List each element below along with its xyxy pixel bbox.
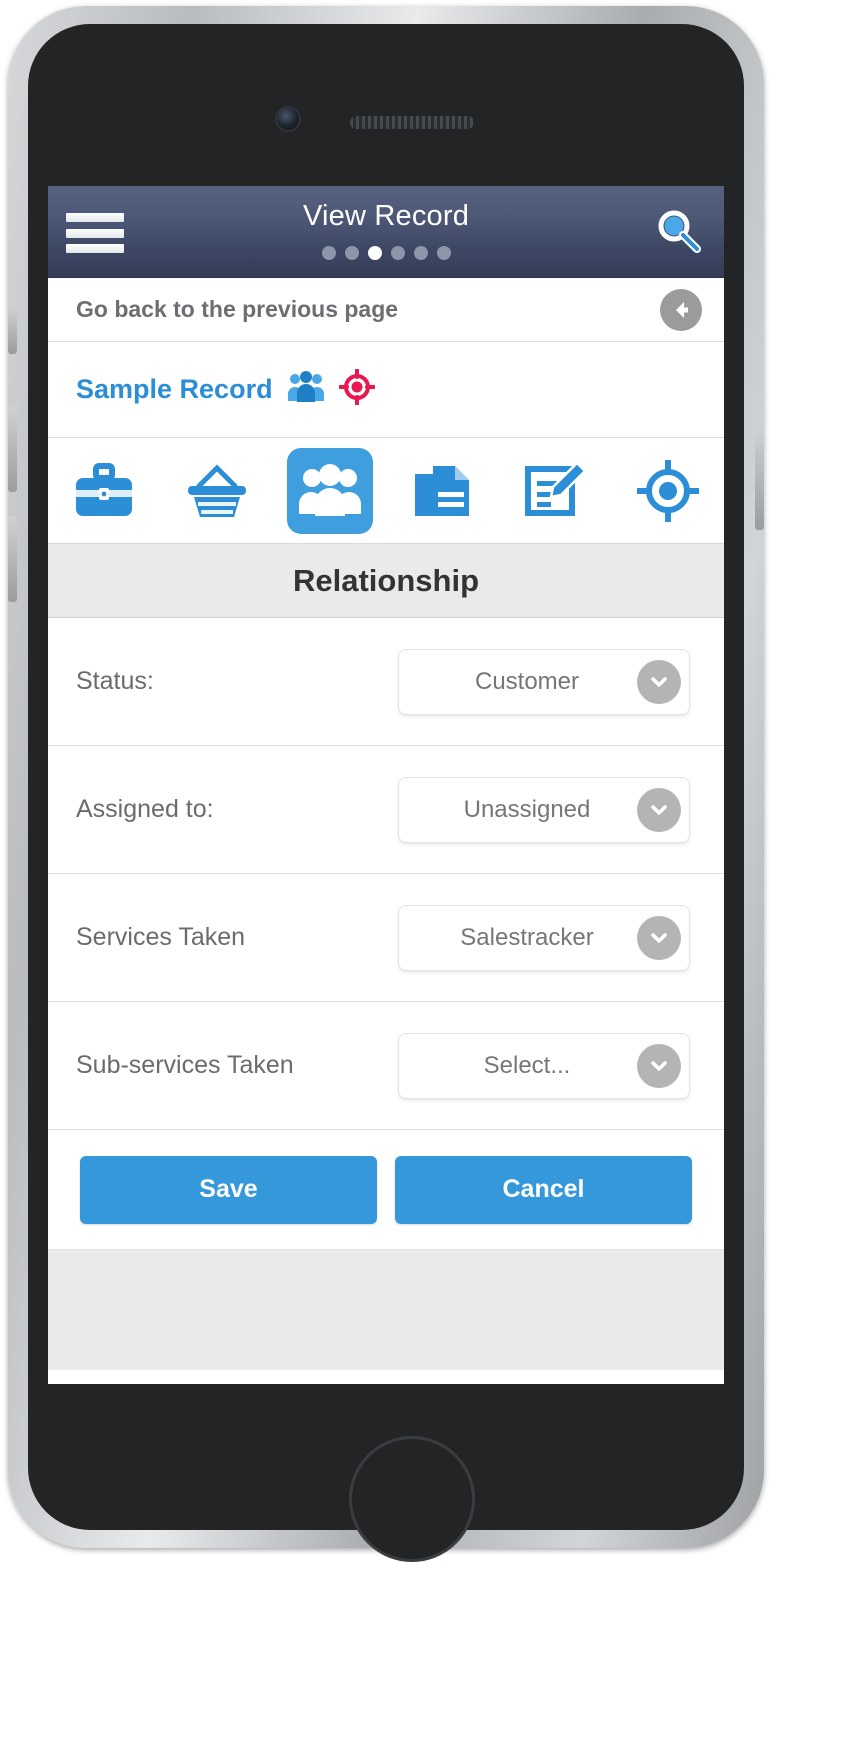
form-row-sub-services-taken: Sub-services Taken Select... (48, 1002, 724, 1130)
form-row-assigned-to: Assigned to: Unassigned (48, 746, 724, 874)
tab-opportunities[interactable] (48, 438, 161, 543)
tab-notes[interactable] (499, 438, 612, 543)
status-label: Status: (76, 667, 154, 695)
section-header: Relationship (48, 544, 724, 618)
section-title: Relationship (292, 562, 479, 598)
assigned-to-select[interactable]: Unassigned (398, 776, 690, 843)
status-select[interactable]: Customer (398, 648, 690, 715)
phone-power-button[interactable] (755, 426, 764, 530)
save-button[interactable]: Save (80, 1155, 377, 1224)
front-camera-icon (275, 106, 301, 132)
go-back-label: Go back to the previous page (76, 296, 399, 322)
record-title: Sample Record (76, 374, 273, 404)
services-taken-value: Salestracker (460, 923, 594, 951)
page-dot-6[interactable] (436, 246, 451, 260)
documents-icon (399, 448, 485, 534)
target-icon (625, 448, 711, 534)
assigned-to-label: Assigned to: (76, 795, 214, 823)
search-icon[interactable] (640, 186, 718, 278)
page-indicator (48, 246, 724, 260)
screenshot-stage: View Record Go back to the previous page… (0, 0, 862, 1754)
form-row-status: Status: Customer (48, 618, 724, 746)
sub-services-taken-select[interactable]: Select... (398, 1032, 690, 1099)
page-dot-1[interactable] (321, 246, 336, 260)
tab-documents[interactable] (386, 438, 499, 543)
page-dot-2[interactable] (344, 246, 359, 260)
chevron-down-icon[interactable] (637, 787, 681, 832)
tab-relationship[interactable] (273, 438, 386, 543)
sub-services-taken-value: Select... (483, 1051, 571, 1079)
record-tab-strip (48, 438, 724, 544)
tab-targets[interactable] (611, 438, 724, 543)
page-title: View Record (302, 200, 470, 232)
record-header-row: Sample Record (48, 342, 724, 438)
services-taken-label: Services Taken (76, 923, 246, 951)
earpiece-speaker (350, 116, 474, 129)
content-filler (48, 1250, 724, 1370)
go-back-row[interactable]: Go back to the previous page (48, 278, 724, 342)
app-header: View Record (48, 186, 724, 278)
home-button[interactable] (349, 1436, 475, 1562)
tab-products[interactable] (161, 438, 274, 543)
notes-edit-icon (512, 448, 598, 534)
back-arrow-icon[interactable] (660, 288, 702, 331)
page-dot-3[interactable] (367, 246, 382, 260)
sub-services-taken-label: Sub-services Taken (76, 1051, 294, 1079)
phone-volume-down-button[interactable] (8, 516, 17, 602)
cancel-button[interactable]: Cancel (395, 1155, 692, 1224)
people-group-icon (287, 371, 325, 408)
status-value: Customer (474, 667, 580, 695)
app-screen: View Record Go back to the previous page… (48, 186, 724, 1384)
chevron-down-icon[interactable] (637, 915, 681, 960)
page-dot-4[interactable] (390, 246, 405, 260)
page-dot-5[interactable] (413, 246, 428, 260)
phone-volume-up-button[interactable] (8, 406, 17, 492)
chevron-down-icon[interactable] (637, 659, 681, 704)
phone-mute-switch[interactable] (8, 306, 17, 354)
chevron-down-icon[interactable] (637, 1043, 681, 1088)
services-taken-select[interactable]: Salestracker (398, 904, 690, 971)
form-actions: Save Cancel (48, 1130, 724, 1250)
form-row-services-taken: Services Taken Salestracker (48, 874, 724, 1002)
briefcase-icon (61, 448, 147, 534)
assigned-to-value: Unassigned (463, 795, 591, 823)
target-icon (337, 368, 376, 410)
basket-icon (174, 448, 260, 534)
people-icon (286, 447, 373, 534)
